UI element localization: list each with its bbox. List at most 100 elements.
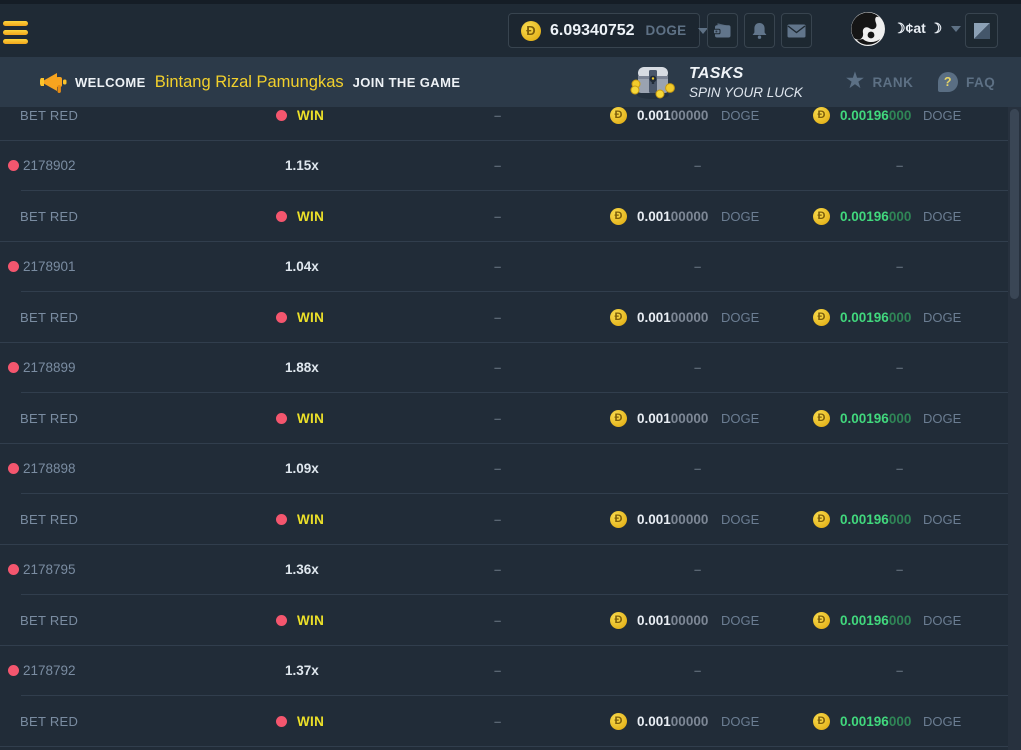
- bet-amount: 0.00100000: [637, 393, 708, 444]
- bet-row: BET RED WIN – Ð 0.00100000 DOGE Ð 0.0019…: [0, 595, 1008, 646]
- profit-currency: DOGE: [923, 292, 961, 343]
- round-id-link[interactable]: 2178902: [23, 141, 76, 192]
- welcome-player-name: Bintang Rizal Pamungkas: [155, 73, 344, 92]
- profit-amount: 0.00196000: [840, 292, 911, 343]
- welcome-message: WELCOME Bintang Rizal Pamungkas JOIN THE…: [75, 57, 460, 107]
- top-bar: Ð 6.09340752 DOGE: [0, 0, 1021, 57]
- envelope-icon: [787, 24, 806, 38]
- treasure-chest-icon: [630, 62, 676, 105]
- bet-amount: 0.00100000: [637, 494, 708, 545]
- avatar-cat-art: [851, 12, 885, 46]
- round-row: 2178792 1.37x – – –: [0, 646, 1008, 697]
- profit-amount: 0.00196000: [840, 191, 911, 242]
- scrollbar-track[interactable]: [1008, 107, 1021, 750]
- doge-coin-icon: Ð: [813, 696, 830, 747]
- rank-label: RANK: [872, 75, 913, 90]
- bet-amount-currency: DOGE: [721, 191, 759, 242]
- empty-value-dash: –: [494, 343, 501, 394]
- doge-coin-icon: Ð: [813, 494, 830, 545]
- chevron-down-icon: [698, 28, 708, 34]
- chat-toggle-button[interactable]: [965, 13, 998, 48]
- doge-coin-icon: Ð: [813, 292, 830, 343]
- bet-amount: 0.00100000: [637, 191, 708, 242]
- profit-currency: DOGE: [923, 191, 961, 242]
- doge-coin-icon: Ð: [813, 393, 830, 444]
- balance-amount: 6.09340752: [550, 22, 635, 40]
- round-multiplier: 1.88x: [285, 343, 319, 394]
- wallet-button[interactable]: [707, 13, 738, 48]
- result-dot-icon: [276, 696, 287, 747]
- result-dot-icon: [276, 292, 287, 343]
- round-multiplier: 1.37x: [285, 646, 319, 697]
- bet-result-label: WIN: [297, 191, 324, 242]
- empty-value-dash: –: [494, 444, 501, 495]
- bet-result-label: WIN: [297, 595, 324, 646]
- empty-value-dash: –: [896, 141, 903, 192]
- empty-value-dash: –: [494, 141, 501, 192]
- round-dot-icon: [8, 646, 19, 697]
- notifications-button[interactable]: [744, 13, 775, 48]
- empty-value-dash: –: [694, 646, 701, 697]
- round-id-link[interactable]: 2178792: [23, 646, 76, 697]
- bet-amount: 0.00100000: [637, 696, 708, 747]
- bet-row: BET RED WIN – Ð 0.00100000 DOGE Ð 0.0019…: [0, 393, 1008, 444]
- empty-value-dash: –: [896, 343, 903, 394]
- bet-history-table: BET RED WIN – Ð 0.00100000 DOGE Ð 0.0019…: [0, 107, 1008, 750]
- empty-value-dash: –: [896, 444, 903, 495]
- profit-amount: 0.00196000: [840, 393, 911, 444]
- welcome-bar: WELCOME Bintang Rizal Pamungkas JOIN THE…: [0, 57, 1021, 107]
- empty-value-dash: –: [494, 494, 501, 545]
- balance-selector[interactable]: Ð 6.09340752 DOGE: [508, 13, 700, 48]
- empty-value-dash: –: [494, 646, 501, 697]
- empty-value-dash: –: [896, 242, 903, 293]
- profit-currency: DOGE: [923, 107, 961, 141]
- chat-icon: [973, 22, 991, 40]
- bet-amount-currency: DOGE: [721, 292, 759, 343]
- tasks-text: TASKS SPIN YOUR LUCK: [689, 65, 803, 100]
- join-the-game-label: JOIN THE GAME: [353, 75, 461, 90]
- tasks-banner[interactable]: TASKS SPIN YOUR LUCK: [630, 57, 803, 107]
- messages-button[interactable]: [781, 13, 812, 48]
- bet-row: BET RED WIN – Ð 0.00100000 DOGE Ð 0.0019…: [0, 107, 1008, 141]
- user-menu[interactable]: ☽¢at ☽: [851, 0, 961, 57]
- star-icon: ★: [846, 71, 864, 91]
- doge-coin-icon: Ð: [610, 393, 627, 444]
- menu-hamburger-icon[interactable]: [3, 21, 28, 44]
- round-row: 2178901 1.04x – – –: [0, 242, 1008, 293]
- bet-amount: 0.00100000: [637, 107, 708, 141]
- scrollbar-thumb[interactable]: [1010, 109, 1019, 299]
- bet-result-label: WIN: [297, 696, 324, 747]
- profit-amount: 0.00196000: [840, 494, 911, 545]
- faq-label: FAQ: [966, 75, 995, 90]
- round-row: 2178795 1.36x – – –: [0, 545, 1008, 596]
- profit-amount: 0.00196000: [840, 595, 911, 646]
- round-multiplier: 1.04x: [285, 242, 319, 293]
- bet-amount: 0.00100000: [637, 292, 708, 343]
- wallet-icon: [713, 22, 732, 39]
- round-row: 2178902 1.15x – – –: [0, 141, 1008, 192]
- empty-value-dash: –: [494, 696, 501, 747]
- doge-coin-icon: Ð: [610, 696, 627, 747]
- round-dot-icon: [8, 444, 19, 495]
- bet-row: BET RED WIN – Ð 0.00100000 DOGE Ð 0.0019…: [0, 696, 1008, 747]
- result-dot-icon: [276, 393, 287, 444]
- round-id-link[interactable]: 2178899: [23, 343, 76, 394]
- bet-row: BET RED WIN – Ð 0.00100000 DOGE Ð 0.0019…: [0, 494, 1008, 545]
- bell-icon: [751, 22, 768, 40]
- username-label: ☽¢at ☽: [893, 20, 942, 37]
- result-dot-icon: [276, 595, 287, 646]
- faq-link[interactable]: ? FAQ: [938, 57, 995, 107]
- profit-amount: 0.00196000: [840, 107, 911, 141]
- empty-value-dash: –: [694, 141, 701, 192]
- bet-history-rows: BET RED WIN – Ð 0.00100000 DOGE Ð 0.0019…: [0, 107, 1008, 747]
- doge-coin-icon: Ð: [813, 191, 830, 242]
- bet-result-label: WIN: [297, 393, 324, 444]
- round-id-link[interactable]: 2178901: [23, 242, 76, 293]
- empty-value-dash: –: [694, 545, 701, 596]
- round-id-link[interactable]: 2178795: [23, 545, 76, 596]
- welcome-label: WELCOME: [75, 75, 146, 90]
- empty-value-dash: –: [896, 646, 903, 697]
- rank-link[interactable]: ★ RANK: [846, 57, 913, 107]
- balance-currency: DOGE: [646, 23, 687, 38]
- round-id-link[interactable]: 2178898: [23, 444, 76, 495]
